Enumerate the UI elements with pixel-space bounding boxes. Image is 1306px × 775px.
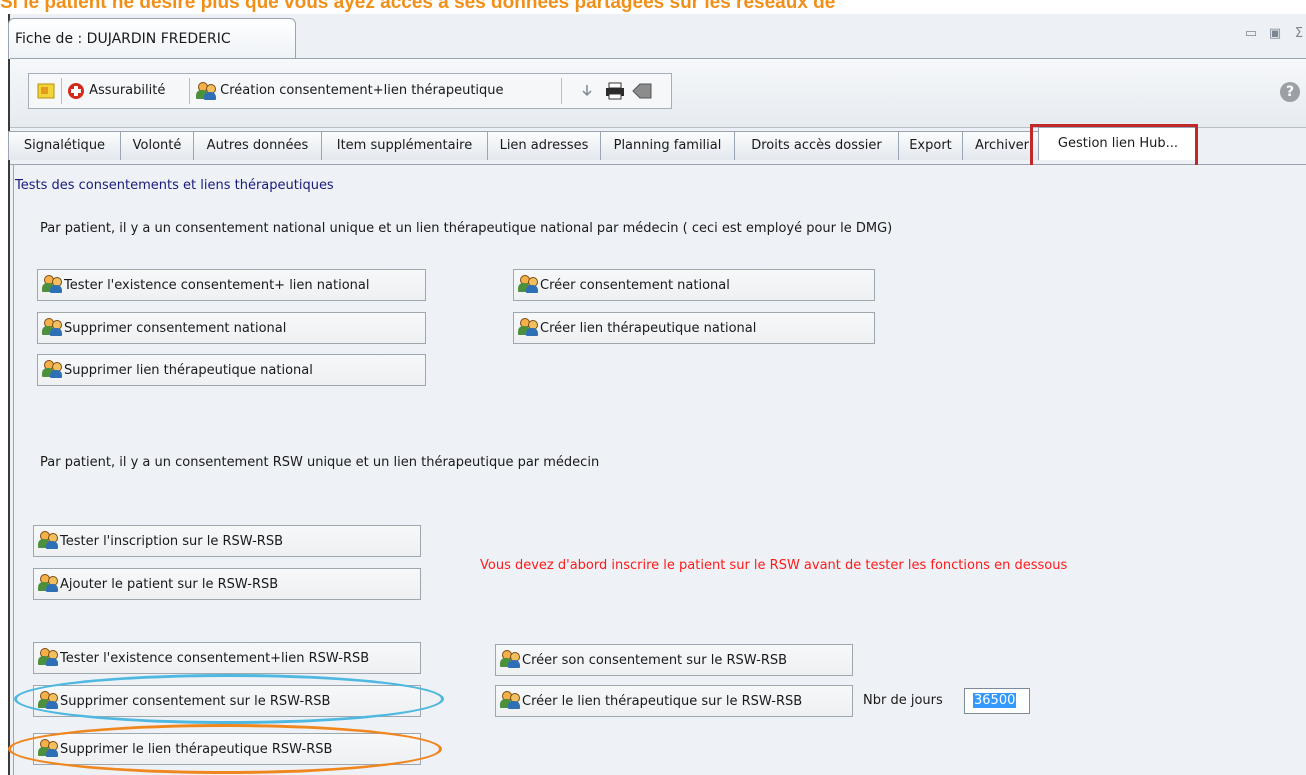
tag-icon: [632, 83, 652, 98]
toolbar: Assurabilité Création consentement+lien …: [28, 73, 672, 109]
create-link-national-button[interactable]: Créer lien thérapeutique national: [513, 312, 875, 344]
creation-consent-label: Création consentement+lien thérapeutique: [220, 83, 504, 98]
rsw-description: Par patient, il y a un consentement RSW …: [40, 455, 600, 470]
restore-icon[interactable]: ▣: [1266, 26, 1284, 44]
tab-item-supplementaire[interactable]: Item supplémentaire: [321, 131, 488, 160]
users-icon: [42, 360, 62, 378]
eid-card-button[interactable]: [37, 80, 57, 102]
rsw-warning: Vous devez d'abord inscrire le patient s…: [480, 558, 1068, 573]
users-icon: [518, 318, 538, 336]
tab-lien-adresses[interactable]: Lien adresses: [487, 131, 601, 160]
nbr-jours-label: Nbr de jours: [863, 693, 943, 708]
tab-autres-donnees[interactable]: Autres données: [193, 131, 322, 160]
tab-droits-acces-dossier[interactable]: Droits accès dossier: [734, 131, 899, 160]
add-patient-rsw-button[interactable]: Ajouter le patient sur le RSW-RSB: [33, 568, 421, 600]
tab-planning-familial[interactable]: Planning familial: [600, 131, 735, 160]
window-title-tab[interactable]: Fiche de : DUJARDIN FREDERIC: [8, 18, 296, 59]
delete-consent-national-button[interactable]: Supprimer consentement national: [37, 312, 426, 344]
users-icon: [196, 81, 216, 100]
orange-annotation-ellipse: [8, 724, 442, 774]
test-consent-rsw-button[interactable]: Tester l'existence consentement+lien RSW…: [33, 642, 421, 674]
creation-consent-button[interactable]: Création consentement+lien thérapeutique: [196, 80, 504, 102]
users-icon: [518, 275, 538, 293]
tag-button[interactable]: [631, 80, 655, 102]
users-icon: [500, 650, 520, 668]
create-consent-rsw-button[interactable]: Créer son consentement sur le RSW-RSB: [495, 644, 853, 676]
tab-export[interactable]: Export: [898, 131, 963, 160]
eid-card-icon: [37, 83, 55, 98]
window-title: Fiche de : DUJARDIN FREDERIC: [15, 31, 231, 47]
delete-link-national-button[interactable]: Supprimer lien thérapeutique national: [37, 354, 426, 386]
national-description: Par patient, il y a un consentement nati…: [40, 221, 893, 236]
panel-title: Tests des consentements et liens thérape…: [15, 178, 334, 193]
printer-icon: [606, 82, 624, 99]
users-icon: [42, 318, 62, 336]
minimize-icon[interactable]: ▭: [1242, 26, 1260, 44]
arrow-down-icon: [582, 84, 592, 96]
nbr-jours-value: 36500: [973, 693, 1017, 708]
tab-volonte[interactable]: Volonté: [120, 131, 194, 160]
users-icon: [38, 531, 58, 549]
dropdown-arrow-button[interactable]: [579, 80, 599, 102]
create-link-rsw-button[interactable]: Créer le lien thérapeutique sur le RSW-R…: [495, 685, 853, 717]
window-controls: ▭ ▣ Σ: [1216, 26, 1306, 46]
create-consent-national-button[interactable]: Créer consentement national: [513, 269, 875, 301]
nbr-jours-input[interactable]: 36500: [964, 688, 1030, 714]
print-button[interactable]: [605, 80, 627, 102]
test-rsw-inscription-button[interactable]: Tester l'inscription sur le RSW-RSB: [33, 525, 421, 557]
test-national-button[interactable]: Tester l'existence consentement+ lien na…: [37, 269, 426, 301]
assurabilite-label: Assurabilité: [89, 83, 166, 98]
tab-signaletique[interactable]: Signalétique: [8, 131, 121, 160]
blue-annotation-ellipse: [14, 674, 444, 724]
users-icon: [500, 691, 520, 709]
close-icon[interactable]: Σ: [1290, 26, 1306, 44]
users-icon: [38, 648, 58, 666]
users-icon: [42, 275, 62, 293]
assurabilite-button[interactable]: Assurabilité: [67, 80, 165, 102]
help-icon[interactable]: ?: [1280, 82, 1300, 102]
red-cross-icon: [68, 82, 84, 99]
users-icon: [38, 574, 58, 592]
